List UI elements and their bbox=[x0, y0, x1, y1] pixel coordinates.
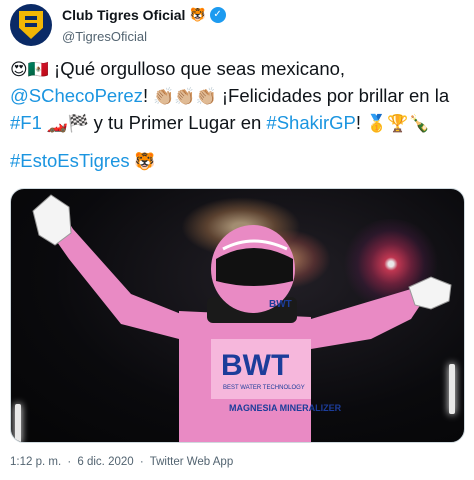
line-2-text-b: ¡Felicidades por brillar en la bbox=[216, 85, 450, 106]
tweet-line-3: #F1 🏎️🏁 y tu Primer Lugar en #ShakirGP! … bbox=[10, 110, 466, 137]
tweet-date[interactable]: 6 dic. 2020 bbox=[77, 456, 133, 468]
tweet-line-2: @SChecoPerez! 👏🏼👏🏼👏🏼 ¡Felicidades por br… bbox=[10, 83, 466, 110]
tigres-crest-icon bbox=[19, 11, 43, 39]
driver-figure: BWT BWT BEST WATER TECHNOLOGY MAGNESIA M… bbox=[32, 194, 452, 442]
helmet-bwt-text: BWT bbox=[269, 299, 292, 310]
suit-tagline-text: BEST WATER TECHNOLOGY bbox=[223, 385, 305, 391]
meta-separator: · bbox=[139, 456, 144, 468]
tweet-header: Club Tigres Oficial 🐯 ✓ @TigresOficial bbox=[10, 4, 464, 46]
tweet-text: 😍🇲🇽 ¡Qué orgulloso que seas mexicano, @S… bbox=[10, 56, 466, 137]
heart-eyes-flag-emoji: 😍🇲🇽 bbox=[10, 60, 49, 79]
tweet-time[interactable]: 1:12 p. m. bbox=[10, 456, 61, 468]
display-name-text[interactable]: Club Tigres Oficial bbox=[62, 7, 185, 23]
tiger-emoji-icon: 🐯 bbox=[189, 7, 206, 22]
tweet-photo[interactable]: BWT BWT BEST WATER TECHNOLOGY MAGNESIA M… bbox=[10, 188, 465, 443]
hashtag-line: #EstoEsTigres 🐯 bbox=[10, 148, 156, 175]
line-3-text: y tu Primer Lugar en bbox=[93, 112, 267, 133]
line-3-text-b: ! bbox=[355, 112, 367, 133]
suit-bwt-text: BWT bbox=[221, 349, 289, 382]
display-name[interactable]: Club Tigres Oficial 🐯 ✓ bbox=[62, 7, 226, 23]
line-2-text-a: ! bbox=[142, 85, 154, 106]
handle[interactable]: @TigresOficial bbox=[62, 29, 226, 44]
author-info: Club Tigres Oficial 🐯 ✓ @TigresOficial bbox=[62, 7, 226, 44]
tweet-source[interactable]: Twitter Web App bbox=[150, 456, 234, 468]
suit-sponsor-text: MAGNESIA MINERALIZER bbox=[229, 403, 342, 413]
line-1-text: ¡Qué orgulloso que seas mexicano, bbox=[48, 58, 346, 79]
clap-emoji: 👏🏼👏🏼👏🏼 bbox=[153, 87, 217, 106]
mention-link[interactable]: @SChecoPerez bbox=[10, 85, 143, 106]
tiger-emoji: 🐯 bbox=[129, 152, 156, 171]
hashtag-estoestigres-link[interactable]: #EstoEsTigres bbox=[10, 150, 130, 171]
racecar-flag-emoji: 🏎️🏁 bbox=[41, 114, 94, 133]
tweet-meta: 1:12 p. m. · 6 dic. 2020 · Twitter Web A… bbox=[10, 456, 233, 468]
hashtag-shakirgp-link[interactable]: #ShakirGP bbox=[266, 112, 355, 133]
avatar[interactable] bbox=[10, 4, 52, 46]
tweet-line-1: 😍🇲🇽 ¡Qué orgulloso que seas mexicano, bbox=[10, 56, 466, 83]
meta-separator: · bbox=[67, 456, 72, 468]
verified-badge-icon: ✓ bbox=[209, 7, 226, 23]
hashtag-f1-link[interactable]: #F1 bbox=[10, 112, 42, 133]
medal-trophy-champagne-emoji: 🥇🏆🍾 bbox=[366, 114, 430, 133]
